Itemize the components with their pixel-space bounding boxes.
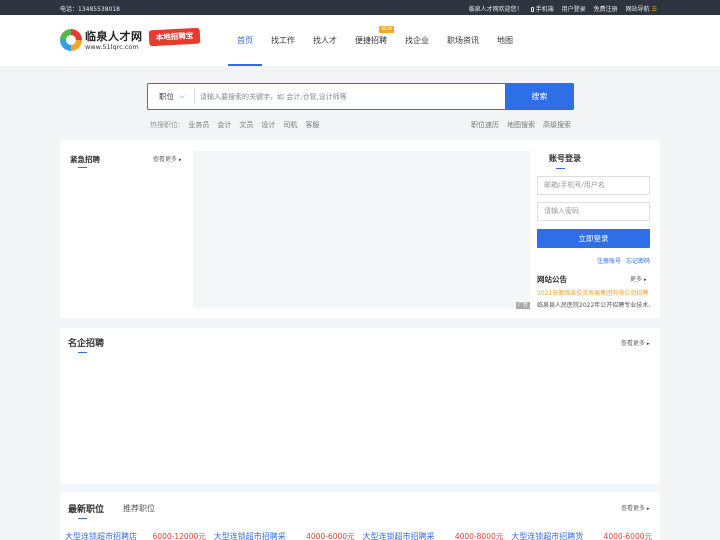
job-salary: 4000-6000元 (603, 532, 652, 540)
logo-url: www.51lqrc.com (85, 43, 139, 51)
username-field[interactable]: 邮箱/手机号/用户名 (537, 176, 650, 195)
urgent-more-label: 查看更多 (153, 156, 178, 163)
notice-item[interactable]: 临泉县人民医院2022年公开招聘专业技术人员 (537, 300, 650, 309)
latest-more-link[interactable]: 查看更多 ▸ (621, 503, 650, 512)
hot-keyword[interactable]: 文员 (239, 120, 253, 130)
contact-phone: 电话：13485538018 (60, 6, 120, 13)
caret-right-icon: ▸ (647, 341, 650, 347)
menu-icon: ☰ (651, 6, 657, 13)
search-extra-links: 职位速历 地图搜索 高级搜索 (471, 120, 571, 130)
nav-map[interactable]: 地图 (488, 15, 522, 66)
logo-badge: 本地招聘宝 (148, 27, 201, 47)
hot-keyword[interactable]: 会计 (217, 120, 231, 130)
login-title: 账号登录 (549, 154, 581, 169)
hot-keyword[interactable]: 司机 (283, 120, 297, 130)
mobile-icon (530, 7, 534, 12)
login-links: 注册账号 忘记密码 (597, 256, 650, 265)
hot-searches-label: 热搜职位: (150, 121, 181, 129)
hot-keyword[interactable]: 业务员 (188, 120, 209, 130)
notice-more-link[interactable]: 更多 ▸ (630, 274, 647, 283)
famous-companies-panel: 名企招聘 查看更多 ▸ (60, 328, 660, 484)
famous-more-link[interactable]: 查看更多 ▸ (621, 338, 650, 347)
nav-quick-recruit[interactable]: 便捷招聘 NEW (346, 15, 396, 66)
welcome-text: 临泉人才网欢迎您！ (468, 6, 523, 13)
search-category-select[interactable]: 职位 ⌵ (148, 84, 194, 109)
famous-more-label: 查看更多 (621, 340, 646, 347)
mobile-link-label: 手机端 (535, 6, 554, 13)
job-salary: 6000-12000元 (152, 532, 206, 540)
job-browse-link[interactable]: 职位速历 (471, 120, 499, 130)
nav-home[interactable]: 首页 (228, 15, 262, 66)
caret-right-icon: ▸ (647, 506, 650, 512)
job-salary: 4000-6000元 (306, 532, 355, 540)
search-input[interactable] (200, 88, 500, 105)
urgent-more-link[interactable]: 查看更多 ▸ (153, 154, 182, 163)
famous-title: 名企招聘 (68, 336, 104, 353)
register-account-link[interactable]: 注册账号 (597, 256, 621, 265)
search-divider (194, 89, 195, 104)
search-bar: 职位 ⌵ 搜索 (147, 83, 574, 110)
new-badge: NEW (379, 26, 394, 33)
search-button[interactable]: 搜索 (505, 83, 574, 110)
search-category-value: 职位 (159, 92, 174, 101)
job-title: 大型连锁超市招聘采 (213, 532, 286, 540)
job-salary: 4000-8000元 (454, 532, 504, 540)
top-panel: 紧急招聘 查看更多 ▸ 广告 账号登录 邮箱/手机号/用户名 请输入密码 立即登录… (60, 140, 660, 318)
site-logo[interactable]: 临泉人才网 www.51lqrc.com 本地招聘宝 (60, 27, 201, 55)
nav-find-company[interactable]: 找企业 (396, 15, 438, 66)
job-item[interactable]: 大型连锁超市招聘店 6000-12000元 (65, 529, 214, 540)
notice-more-label: 更多 (630, 276, 643, 283)
login-button[interactable]: 立即登录 (537, 229, 650, 248)
user-login-link[interactable]: 用户登录 (562, 4, 586, 13)
latest-title[interactable]: 最新职位 (68, 502, 104, 519)
job-title: 大型连锁超市招聘店 (65, 532, 137, 540)
ad-label: 广告 (515, 302, 530, 309)
job-item[interactable]: 大型连锁超市招聘货 4000-6000元 (511, 529, 660, 540)
banner-ad[interactable]: 广告 (193, 151, 530, 309)
caret-right-icon: ▸ (179, 157, 182, 163)
hot-keyword[interactable]: 设计 (261, 120, 275, 130)
globe-logo-icon (60, 29, 82, 51)
logo-name: 临泉人才网 (85, 30, 143, 43)
tab-recommended[interactable]: 推荐职位 (123, 503, 155, 514)
notice-title: 网站公告 (537, 275, 567, 284)
job-list: 大型连锁超市招聘店 6000-12000元 大型连锁超市招聘采 4000-6000元… (65, 529, 660, 540)
map-search-link[interactable]: 地图搜索 (507, 120, 535, 130)
nav-quick-recruit-label: 便捷招聘 (355, 36, 387, 45)
job-item[interactable]: 大型连锁超市招聘采 4000-6000元 (214, 529, 363, 540)
caret-right-icon: ▸ (644, 277, 647, 283)
advanced-search-link[interactable]: 高级搜索 (543, 120, 571, 130)
nav-find-job[interactable]: 找工作 (262, 15, 304, 66)
hot-searches: 热搜职位: 业务员 会计 文员 设计 司机 客服 (150, 120, 319, 130)
notice-item[interactable]: 2021安徽临泉投资发展集团有限公司招聘 (537, 288, 650, 297)
latest-more-label: 查看更多 (621, 505, 646, 512)
urgent-title: 紧急招聘 (70, 155, 100, 168)
main-nav: 首页 找工作 找人才 便捷招聘 NEW 找企业 职场资讯 地图 (228, 15, 522, 66)
job-item[interactable]: 大型连锁超市招聘采 4000-8000元 (363, 529, 512, 540)
job-title: 大型连锁超市招聘货 (511, 532, 584, 540)
free-register-link[interactable]: 免费注册 (594, 4, 618, 13)
nav-find-talent[interactable]: 找人才 (304, 15, 346, 66)
mobile-link[interactable]: 手机端 (530, 4, 554, 13)
hot-keyword[interactable]: 客服 (305, 120, 319, 130)
site-header: 临泉人才网 www.51lqrc.com 本地招聘宝 首页 找工作 找人才 便捷… (0, 15, 720, 66)
top-bar: 电话：13485538018 临泉人才网欢迎您！ 手机端 用户登录 免费注册 网… (0, 0, 720, 15)
top-links: 临泉人才网欢迎您！ 手机端 用户登录 免费注册 网站导航 ☰ (469, 4, 657, 13)
password-field[interactable]: 请输入密码 (537, 202, 650, 221)
nav-career-news[interactable]: 职场资讯 (438, 15, 488, 66)
chevron-down-icon: ⌵ (180, 93, 185, 100)
latest-jobs-panel: 最新职位 推荐职位 查看更多 ▸ 大型连锁超市招聘店 6000-12000元 大型连… (60, 492, 660, 540)
site-nav-label: 网站导航 (625, 6, 650, 13)
forgot-password-link[interactable]: 忘记密码 (626, 256, 650, 265)
job-title: 大型连锁超市招聘采 (362, 532, 435, 540)
site-nav-link[interactable]: 网站导航 ☰ (626, 4, 657, 13)
